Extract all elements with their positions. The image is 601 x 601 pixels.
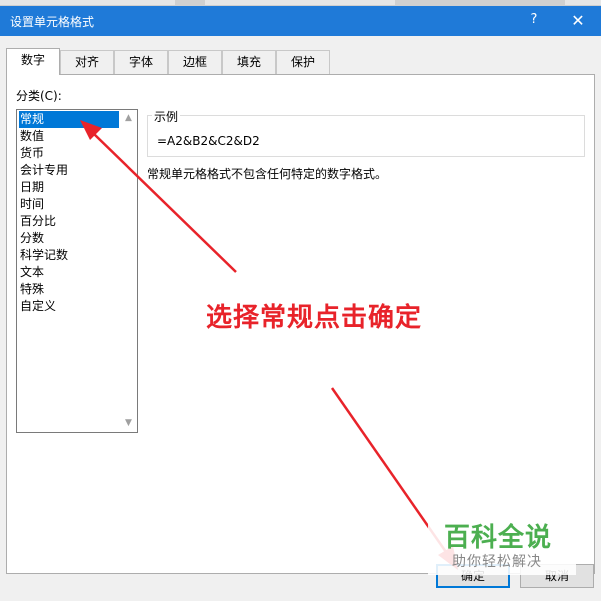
annotation-instruction: 选择常规点击确定 — [206, 303, 423, 333]
sample-legend: 示例 — [152, 108, 181, 125]
dialog-title: 设置单元格格式 — [10, 15, 95, 29]
category-item-accounting[interactable]: 会计专用 — [19, 162, 119, 179]
chevron-up-icon[interactable]: ▲ — [120, 110, 137, 127]
category-item-percentage[interactable]: 百分比 — [19, 213, 119, 230]
chevron-down-icon[interactable]: ▼ — [120, 415, 137, 432]
watermark: 百科全说 助你轻松解决 — [428, 515, 576, 575]
tab-border[interactable]: 边框 — [168, 50, 222, 74]
tab-protection[interactable]: 保护 — [276, 50, 330, 74]
category-listbox[interactable]: 常规 数值 货币 会计专用 日期 时间 百分比 分数 科学记数 文本 特殊 自定… — [16, 109, 138, 433]
category-item-special[interactable]: 特殊 — [19, 281, 119, 298]
category-item-fraction[interactable]: 分数 — [19, 230, 119, 247]
category-item-number[interactable]: 数值 — [19, 128, 119, 145]
tab-font[interactable]: 字体 — [114, 50, 168, 74]
sample-group: 示例 =A2&B2&C2&D2 — [147, 108, 585, 157]
background-toolbar-segment — [175, 0, 205, 5]
category-item-custom[interactable]: 自定义 — [19, 298, 119, 315]
close-button[interactable]: ✕ — [568, 11, 588, 31]
category-item-currency[interactable]: 货币 — [19, 145, 119, 162]
sample-value: =A2&B2&C2&D2 — [157, 134, 260, 148]
category-item-date[interactable]: 日期 — [19, 179, 119, 196]
category-item-text[interactable]: 文本 — [19, 264, 119, 281]
listbox-scrollbar[interactable]: ▲ ▼ — [120, 110, 137, 432]
help-button[interactable]: ? — [524, 12, 544, 30]
category-item-time[interactable]: 时间 — [19, 196, 119, 213]
dialog-titlebar: 设置单元格格式 ? ✕ — [0, 6, 601, 36]
category-item-scientific[interactable]: 科学记数 — [19, 247, 119, 264]
background-toolbar-segment — [395, 0, 565, 5]
tab-fill[interactable]: 填充 — [222, 50, 276, 74]
category-item-general[interactable]: 常规 — [19, 111, 119, 128]
tab-number[interactable]: 数字 — [6, 48, 60, 75]
watermark-logo-text: 百科全说 — [444, 523, 553, 553]
watermark-slogan: 助你轻松解决 — [452, 554, 542, 570]
category-label: 分类(C): — [16, 89, 62, 103]
category-description: 常规单元格格式不包含任何特定的数字格式。 — [147, 167, 388, 181]
tab-alignment[interactable]: 对齐 — [60, 50, 114, 74]
